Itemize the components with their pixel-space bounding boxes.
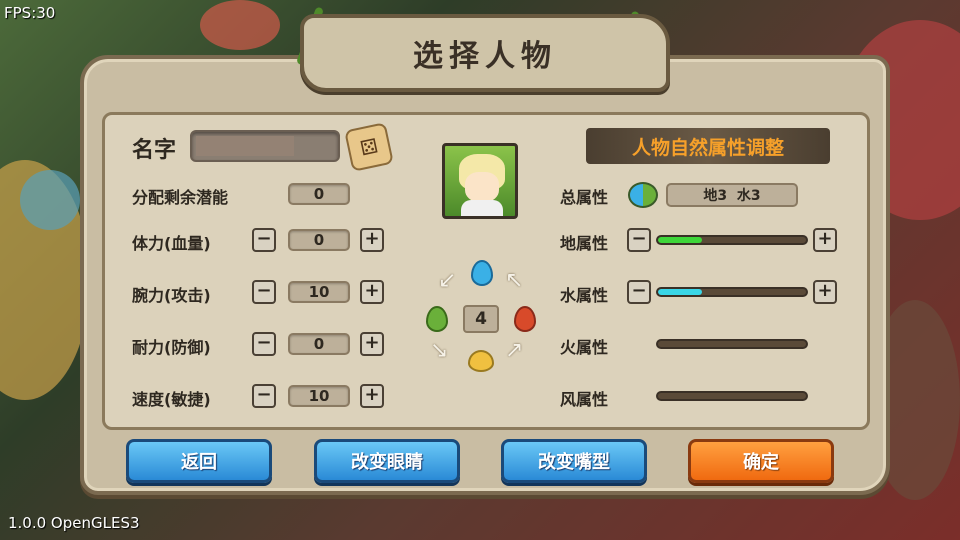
- increase-attack-button[interactable]: +: [360, 280, 384, 304]
- decrease-earth-button[interactable]: −: [627, 228, 651, 252]
- arrow-icon: ↘: [430, 338, 449, 363]
- total-attribute-label: 总属性: [560, 188, 609, 207]
- dice-icon[interactable]: ⚄: [344, 122, 394, 172]
- stat-label-hp: 体力(血量): [132, 234, 211, 253]
- fire-element-icon: [514, 306, 536, 332]
- page-title: 选择人物: [413, 39, 557, 74]
- name-label: 名字: [132, 138, 177, 163]
- arrow-icon: ↗: [505, 338, 524, 363]
- stat-label-speed: 速度(敏捷): [132, 390, 211, 409]
- stat-value-hp: 0: [288, 229, 350, 251]
- element-wheel-value: 4: [463, 305, 499, 333]
- increase-speed-button[interactable]: +: [360, 384, 384, 408]
- stat-value-defense: 0: [288, 333, 350, 355]
- fps-counter: FPS:30: [4, 4, 56, 22]
- water-attribute-bar: [656, 287, 808, 297]
- wind-attribute-bar: [656, 391, 808, 401]
- increase-earth-button[interactable]: +: [813, 228, 837, 252]
- attribute-header-label: 人物自然属性调整: [631, 136, 784, 159]
- version-label: 1.0.0 OpenGLES3: [8, 514, 140, 532]
- decrease-water-button[interactable]: −: [627, 280, 651, 304]
- earth-attribute-bar: [656, 235, 808, 245]
- background-character-hat: [20, 170, 80, 230]
- water-earth-icon: [628, 182, 658, 208]
- attribute-header: 人物自然属性调整: [586, 128, 830, 164]
- change-eyes-button[interactable]: 改变眼睛: [314, 439, 460, 483]
- decrease-speed-button[interactable]: −: [252, 384, 276, 408]
- wind-element-icon: [468, 350, 494, 372]
- remaining-points-label: 分配剩余潜能: [132, 188, 229, 207]
- decrease-hp-button[interactable]: −: [252, 228, 276, 252]
- character-portrait: [442, 143, 518, 219]
- decrease-defense-button[interactable]: −: [252, 332, 276, 356]
- stat-label-defense: 耐力(防御): [132, 338, 211, 357]
- confirm-button[interactable]: 确定: [688, 439, 834, 483]
- increase-water-button[interactable]: +: [813, 280, 837, 304]
- earth-attribute-label: 地属性: [560, 234, 609, 253]
- increase-defense-button[interactable]: +: [360, 332, 384, 356]
- name-input[interactable]: [190, 130, 340, 162]
- background-creature: [200, 0, 280, 50]
- earth-element-icon: [426, 306, 448, 332]
- wind-attribute-label: 风属性: [560, 390, 609, 409]
- fire-attribute-label: 火属性: [560, 338, 609, 357]
- remaining-points-value: 0: [288, 183, 350, 205]
- decrease-attack-button[interactable]: −: [252, 280, 276, 304]
- title-plate: 选择人物: [300, 14, 670, 92]
- total-attribute-value: 地3 水3: [666, 183, 798, 207]
- increase-hp-button[interactable]: +: [360, 228, 384, 252]
- arrow-icon: ↖: [505, 268, 524, 293]
- water-attribute-label: 水属性: [560, 286, 609, 305]
- arrow-icon: ↙: [438, 268, 457, 293]
- stat-value-speed: 10: [288, 385, 350, 407]
- back-button[interactable]: 返回: [126, 439, 272, 483]
- change-mouth-button[interactable]: 改变嘴型: [501, 439, 647, 483]
- water-element-icon: [471, 260, 493, 286]
- fire-attribute-bar: [656, 339, 808, 349]
- stat-label-attack: 腕力(攻击): [132, 286, 211, 305]
- stat-value-attack: 10: [288, 281, 350, 303]
